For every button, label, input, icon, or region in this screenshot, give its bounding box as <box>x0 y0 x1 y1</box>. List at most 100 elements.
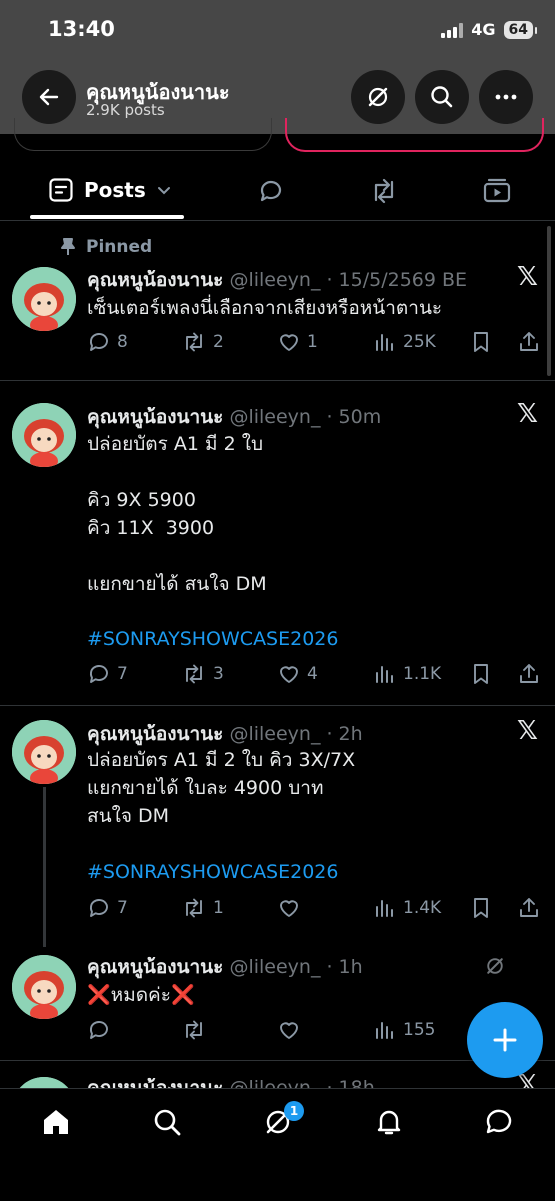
reply-count: 8 <box>117 332 128 352</box>
tab-active-indicator <box>30 215 184 219</box>
post-text: ปล่อยบัตร A1 มี 2 ใบ คิว 9X 5900 คิว 11X… <box>87 433 267 595</box>
post-text-content: หมดค่ะ <box>110 984 171 1006</box>
repost-button[interactable]: 1 <box>181 896 224 920</box>
reply-button[interactable]: 7 <box>87 896 128 920</box>
bookmark-icon <box>469 330 493 354</box>
avatar[interactable] <box>12 403 76 467</box>
author-handle-time[interactable]: @lileeyn_ · 2h <box>229 723 362 745</box>
profile-action-button-left[interactable] <box>14 118 272 151</box>
post-divider <box>0 380 555 381</box>
views-button[interactable]: 1.1K <box>373 662 441 686</box>
thread-connector <box>43 787 46 947</box>
pinned-text: Pinned <box>86 237 153 257</box>
grok-button[interactable] <box>351 70 405 124</box>
post-header: คุณหนูน้องนานะ @lileeyn_ · 50m <box>87 402 381 432</box>
author-handle-time[interactable]: @lileeyn_ · 1h <box>229 956 362 978</box>
cross-mark-icon: ❌ <box>87 984 111 1006</box>
reply-count: 7 <box>117 664 128 684</box>
author-name[interactable]: คุณหนูน้องนานะ <box>87 269 223 291</box>
reply-icon <box>87 662 111 686</box>
like-icon <box>277 896 301 920</box>
avatar[interactable] <box>12 267 76 331</box>
back-button[interactable] <box>22 70 76 124</box>
messages-icon[interactable] <box>484 1107 514 1137</box>
repost-button[interactable] <box>181 1018 213 1042</box>
x-logo-icon[interactable]: 𝕏 <box>517 716 538 746</box>
like-count: 1 <box>307 332 318 352</box>
author-name[interactable]: คุณหนูน้องนานะ <box>87 1077 223 1088</box>
like-button[interactable]: 1 <box>277 330 318 354</box>
share-icon <box>517 662 541 686</box>
hashtag-link[interactable]: #SONRAYSHOWCASE2026 <box>87 625 338 653</box>
author-name[interactable]: คุณหนูน้องนานะ <box>87 406 223 428</box>
profile-action-button-right[interactable] <box>285 118 544 152</box>
profile-header: 13:40 4G 64 คุณหนูน้องนานะ 2.9K posts <box>0 0 555 134</box>
views-icon <box>373 896 397 920</box>
signal-icon <box>441 22 464 38</box>
reply-button[interactable]: 7 <box>87 662 128 686</box>
avatar[interactable] <box>12 955 76 1019</box>
bookmark-button[interactable] <box>469 896 493 920</box>
views-button[interactable]: 1.4K <box>373 896 441 920</box>
tab-posts[interactable]: Posts <box>48 177 172 203</box>
repost-count: 1 <box>213 898 224 918</box>
reposts-tab-icon[interactable] <box>368 176 400 206</box>
more-button[interactable] <box>479 70 533 124</box>
search-icon[interactable] <box>152 1107 182 1137</box>
avatar[interactable] <box>12 720 76 784</box>
plus-icon <box>491 1026 519 1054</box>
back-arrow-icon <box>37 85 61 109</box>
views-button[interactable]: 25K <box>373 330 436 354</box>
author-name[interactable]: คุณหนูน้องนานะ <box>87 956 223 978</box>
share-button[interactable] <box>517 662 541 686</box>
tab-posts-label: Posts <box>84 178 146 202</box>
views-icon <box>373 1018 397 1042</box>
post-header: คุณหนูน้องนานะ @lileeyn_ · 18h <box>87 1073 375 1088</box>
bookmark-button[interactable] <box>469 330 493 354</box>
post-actions: 8 2 1 25K <box>87 330 542 356</box>
repost-count: 3 <box>213 664 224 684</box>
bookmark-button[interactable] <box>469 662 493 686</box>
grok-icon <box>365 84 391 110</box>
post-header: คุณหนูน้องนานะ @lileeyn_ · 15/5/2569 BE <box>87 265 467 295</box>
pinned-label: Pinned <box>60 237 152 257</box>
home-icon[interactable] <box>41 1107 71 1137</box>
bell-icon[interactable] <box>374 1107 404 1137</box>
compose-button[interactable] <box>467 1002 543 1078</box>
author-handle-time[interactable]: @lileeyn_ · 50m <box>229 406 381 428</box>
battery-icon: 64 <box>503 20 538 39</box>
grok-icon[interactable] <box>484 955 506 977</box>
reply-button[interactable] <box>87 1018 117 1042</box>
like-button[interactable] <box>277 1018 307 1042</box>
author-name[interactable]: คุณหนูน้องนานะ <box>87 723 223 745</box>
hashtag-link[interactable]: #SONRAYSHOWCASE2026 <box>87 858 338 886</box>
media-tab-icon[interactable] <box>482 176 512 206</box>
like-button[interactable]: 4 <box>277 662 318 686</box>
search-button[interactable] <box>415 70 469 124</box>
repost-count: 2 <box>213 332 224 352</box>
profile-tabs: Posts <box>0 160 555 221</box>
replies-tab-icon[interactable] <box>256 176 286 206</box>
search-icon <box>429 84 455 110</box>
share-button[interactable] <box>517 330 541 354</box>
reply-icon <box>87 330 111 354</box>
reply-button[interactable]: 8 <box>87 330 128 354</box>
like-button[interactable] <box>277 896 307 920</box>
scrollbar[interactable] <box>547 226 551 376</box>
posts-count: 2.9K posts <box>86 101 165 119</box>
avatar[interactable] <box>12 1077 76 1088</box>
x-logo-icon[interactable]: 𝕏 <box>517 262 538 292</box>
reply-count: 7 <box>117 898 128 918</box>
x-logo-icon[interactable]: 𝕏 <box>517 399 538 429</box>
author-handle-time[interactable]: @lileeyn_ · 15/5/2569 BE <box>229 269 467 291</box>
post-partial[interactable]: คุณหนูน้องนานะ @lileeyn_ · 18h 𝕏 <box>0 1070 555 1088</box>
repost-icon <box>181 662 207 686</box>
repost-button[interactable]: 3 <box>181 662 224 686</box>
views-button[interactable]: 155 <box>373 1018 435 1042</box>
post-header: คุณหนูน้องนานะ @lileeyn_ · 2h <box>87 719 363 749</box>
author-handle-time[interactable]: @lileeyn_ · 18h <box>229 1077 374 1088</box>
post-text: เซ็นเตอร์เพลงนี่เลือกจากเสียงหรือหน้าตาน… <box>87 297 443 319</box>
repost-button[interactable]: 2 <box>181 330 224 354</box>
share-button[interactable] <box>517 896 541 920</box>
views-count: 155 <box>403 1020 436 1040</box>
